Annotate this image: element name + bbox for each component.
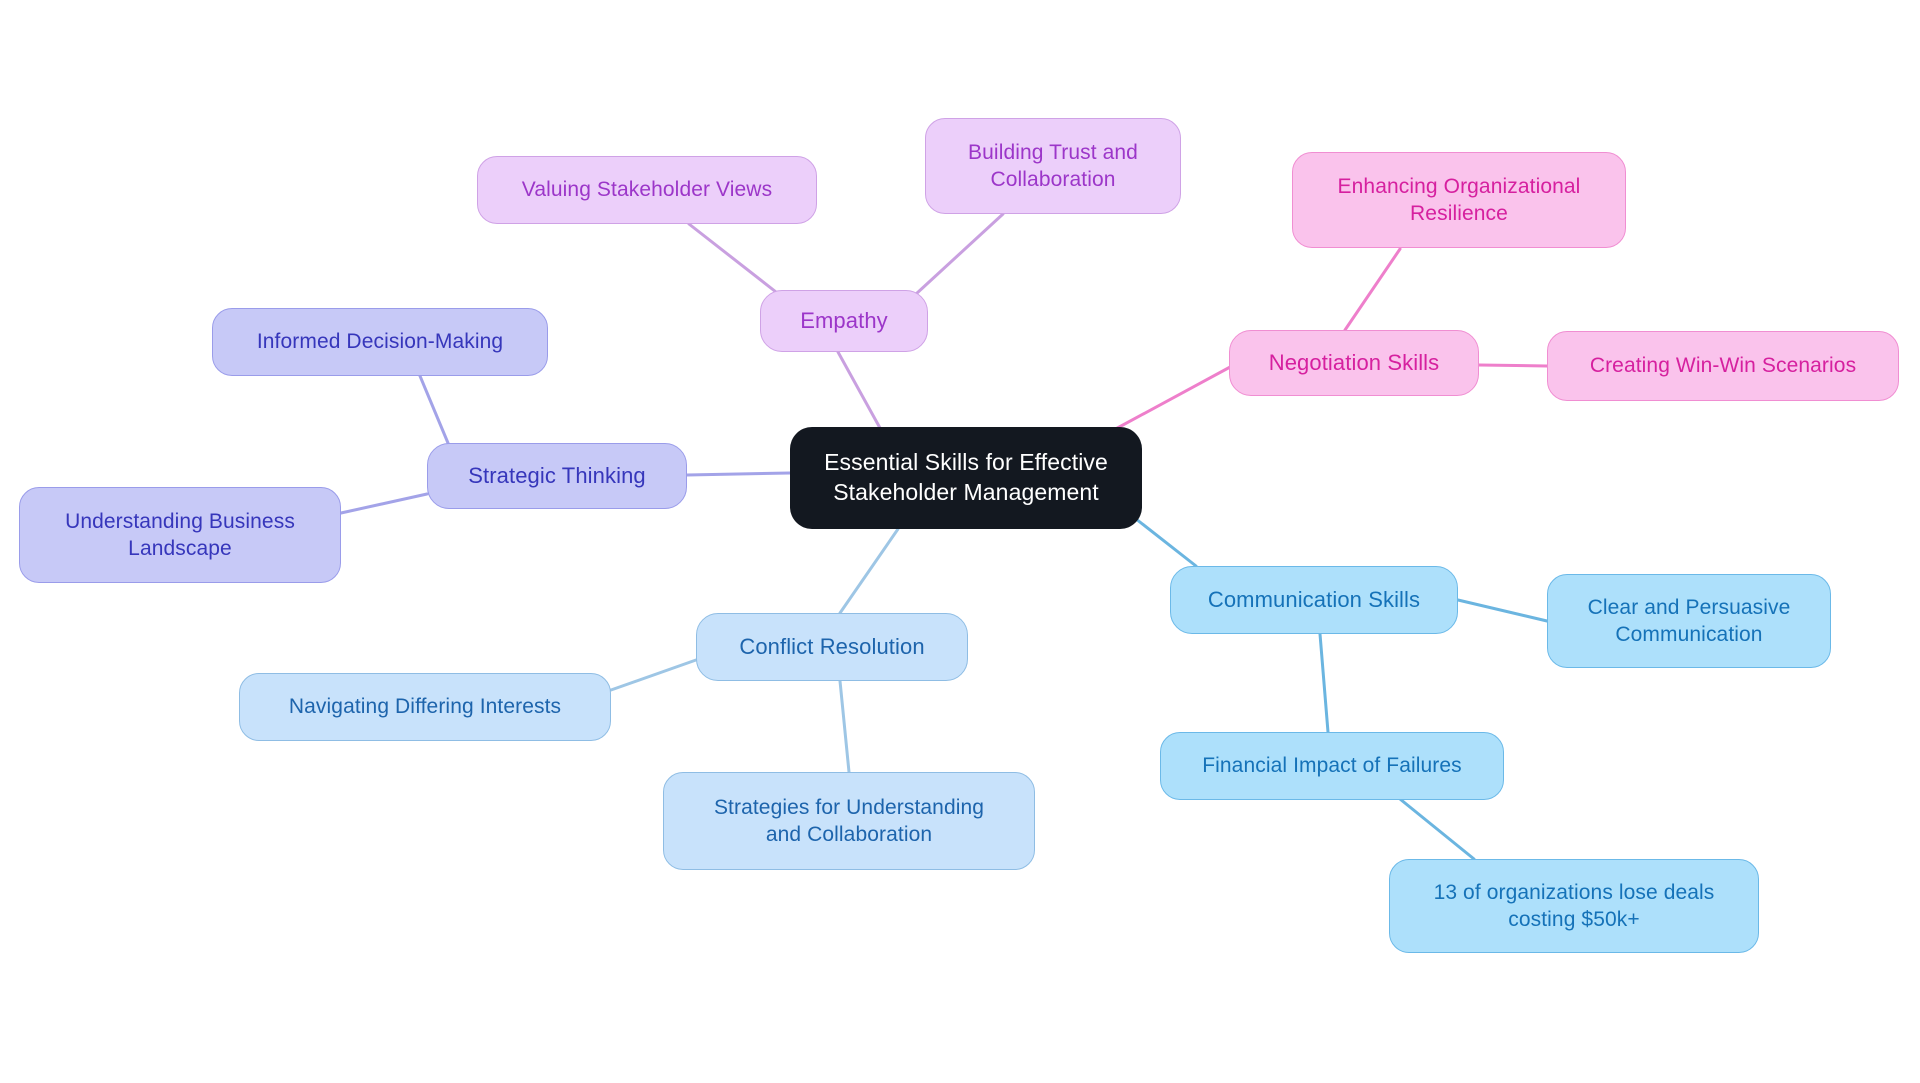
connector-root-strategic	[685, 471, 792, 477]
connector-root-conflict	[838, 527, 900, 615]
connector-negotiation-enhancing	[1343, 247, 1402, 332]
node-label: Essential Skills for Effective Stakehold…	[824, 449, 1108, 505]
branch-node-negotiation-skills[interactable]: Negotiation Skills	[1229, 330, 1479, 396]
mindmap-canvas: Essential Skills for Effective Stakehold…	[0, 0, 1920, 1083]
node-label: Building Trust and Collaboration	[968, 140, 1138, 191]
node-label: Navigating Differing Interests	[288, 695, 562, 719]
leaf-node-enhancing-organizational-resilience[interactable]: Enhancing Organizational Resilience	[1292, 152, 1626, 248]
connector-communication-financial	[1318, 632, 1330, 734]
node-label: Conflict Resolution	[739, 633, 925, 659]
node-label: 13 of organizations lose deals costing $…	[1433, 880, 1715, 931]
leaf-node-building-trust-and-collaboration[interactable]: Building Trust and Collaboration	[925, 118, 1181, 214]
leaf-node-strategies-for-understanding-and-collaboration[interactable]: Strategies for Understanding and Collabo…	[663, 772, 1035, 870]
leaf-node-clear-and-persuasive-communication[interactable]: Clear and Persuasive Communication	[1547, 574, 1831, 668]
node-label: Empathy	[800, 307, 888, 333]
node-label: Informed Decision-Making	[256, 330, 504, 354]
node-label: Understanding Business Landscape	[65, 509, 295, 560]
connector-negotiation-winwin	[1477, 363, 1549, 368]
node-label: Valuing Stakeholder Views	[521, 178, 773, 202]
node-label: Strategic Thinking	[468, 462, 646, 488]
node-label: Communication Skills	[1207, 586, 1421, 612]
branch-node-conflict-resolution[interactable]: Conflict Resolution	[696, 613, 968, 681]
leaf-node-navigating-differing-interests[interactable]: Navigating Differing Interests	[239, 673, 611, 741]
node-label: Strategies for Understanding and Collabo…	[713, 795, 985, 846]
connector-strategic-informed	[418, 374, 450, 445]
connector-conflict-strategies	[838, 679, 851, 774]
node-label: Negotiation Skills	[1268, 349, 1440, 375]
node-label: Creating Win-Win Scenarios	[1589, 354, 1857, 378]
leaf-node-valuing-stakeholder-views[interactable]: Valuing Stakeholder Views	[477, 156, 817, 224]
connector-root-negotiation	[1108, 364, 1234, 434]
connector-conflict-navigating	[609, 658, 698, 692]
node-label: Clear and Persuasive Communication	[1587, 595, 1791, 646]
root-node-root[interactable]: Essential Skills for Effective Stakehold…	[790, 427, 1142, 529]
branch-node-strategic-thinking[interactable]: Strategic Thinking	[427, 443, 687, 509]
leaf-node-financial-impact-of-failures[interactable]: Financial Impact of Failures	[1160, 732, 1504, 800]
node-label: Financial Impact of Failures	[1202, 754, 1462, 778]
connector-communication-clear	[1456, 598, 1549, 623]
leaf-node-organizations-lose-deals-stat[interactable]: 13 of organizations lose deals costing $…	[1389, 859, 1759, 953]
leaf-node-creating-win-win-scenarios[interactable]: Creating Win-Win Scenarios	[1547, 331, 1899, 401]
connector-communication-stat	[1398, 797, 1476, 861]
node-label: Enhancing Organizational Resilience	[1337, 174, 1581, 225]
connector-strategic-understanding	[339, 492, 429, 515]
branch-node-empathy[interactable]: Empathy	[760, 290, 928, 352]
branch-node-communication-skills[interactable]: Communication Skills	[1170, 566, 1458, 634]
connector-empathy-valuing	[687, 222, 778, 294]
leaf-node-informed-decision-making[interactable]: Informed Decision-Making	[212, 308, 548, 376]
connector-root-empathy	[836, 350, 882, 430]
leaf-node-understanding-business-landscape[interactable]: Understanding Business Landscape	[19, 487, 341, 583]
connector-empathy-building-trust	[914, 212, 1005, 296]
